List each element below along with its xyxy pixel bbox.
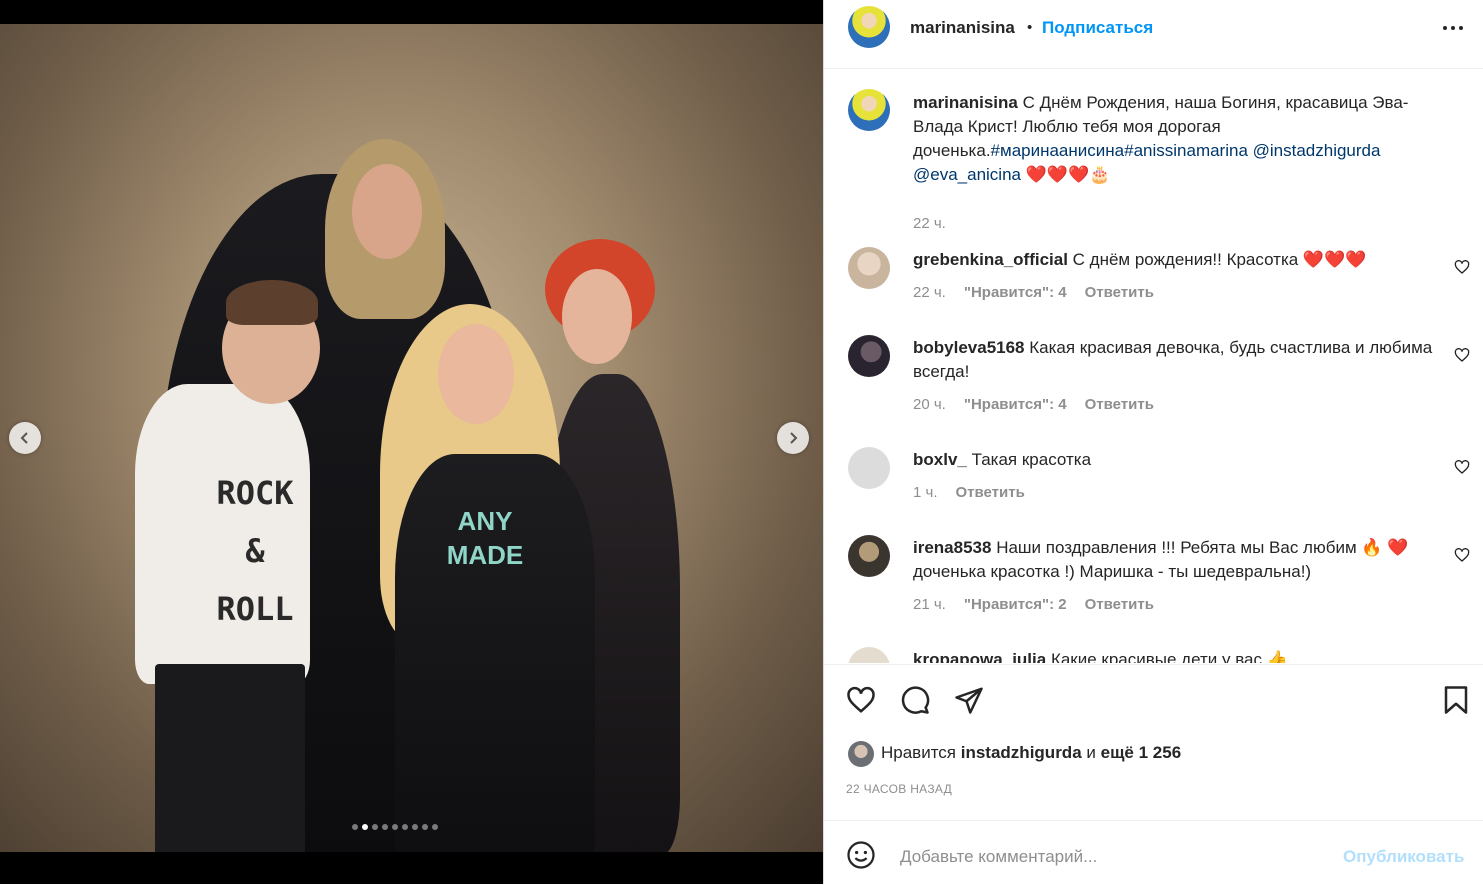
comment-avatar[interactable] [848,647,890,663]
comment-time[interactable]: 20 ч. [913,396,946,413]
header-separator: • [1027,19,1033,36]
post-side-panel: marinanisina • Подписаться marinanisina … [823,0,1483,884]
heart-icon[interactable] [1454,259,1470,275]
figure-boy-legs [155,664,305,852]
comment-item: boxlv_ Такая красотка 1 ч. Ответить [824,447,1483,527]
slide-dot [432,824,438,830]
caption-username[interactable]: marinanisina [913,93,1018,112]
comment-text: Какие красивые дети у вас 👍 [1050,650,1288,663]
bookmark-icon[interactable] [1442,685,1470,715]
smiley-icon[interactable] [846,840,876,870]
reply-button[interactable]: Ответить [1085,396,1154,413]
caption-text-block: marinanisina С Днём Рождения, наша Богин… [913,91,1443,187]
figure-woman-face [562,269,632,364]
comment-icon[interactable] [900,685,930,715]
comment-text: С днём рождения!! Красотка ❤️❤️❤️ [1072,250,1367,269]
comment-likes[interactable]: "Нравится": 4 [964,396,1067,413]
slide-dot [412,824,418,830]
caption-avatar[interactable] [848,89,890,131]
caption: marinanisina С Днём Рождения, наша Богин… [824,87,1483,232]
slide-dot [362,824,368,830]
slide-dot [392,824,398,830]
shirt-print: ROCK & ROLL [216,474,294,628]
comment-avatar[interactable] [848,447,890,489]
comment-likes[interactable]: "Нравится": 2 [964,596,1067,613]
dress-print: ANY MADE [446,506,524,570]
comment-item: bobyleva5168 Какая красивая девочка, буд… [824,335,1483,435]
post-header: marinanisina • Подписаться [824,0,1483,69]
comment-item: kropapowa_julia Какие красивые дети у ва… [824,647,1483,663]
more-horizontal-icon[interactable] [1441,18,1465,38]
likes-user[interactable]: instadzhigurda [961,743,1082,762]
likes-summary: Нравится instadzhigurda и ещё 1 256 [881,743,1181,763]
heart-icon[interactable] [1454,547,1470,563]
comment-username[interactable]: kropapowa_julia [913,650,1046,663]
comment-username[interactable]: bobyleva5168 [913,338,1025,357]
author-avatar[interactable] [848,6,890,48]
heart-icon[interactable] [846,685,876,715]
comment-input[interactable]: Добавьте комментарий... [900,847,1097,867]
chevron-left-icon [20,432,28,444]
slide-dot [352,824,358,830]
figure-girl-face [438,324,514,424]
slide-dot [402,824,408,830]
caption-emoji: ❤️❤️❤️🎂 [1025,165,1111,184]
likes-count[interactable]: ещё 1 256 [1101,743,1182,762]
slide-dot [422,824,428,830]
post-comment-button[interactable]: Опубликовать [1343,847,1464,867]
comment-likes[interactable]: "Нравится": 4 [964,284,1067,301]
likes-prefix: Нравится [881,743,957,762]
reply-button[interactable]: Ответить [1085,596,1154,613]
reply-button[interactable]: Ответить [956,484,1025,501]
liker-avatar[interactable] [848,741,874,767]
figure-man-face [352,164,422,259]
heart-icon[interactable] [1454,459,1470,475]
comment-username[interactable]: boxlv_ [913,450,967,469]
comment-username[interactable]: grebenkina_official [913,250,1068,269]
prev-slide-button[interactable] [9,422,41,454]
post-media: ROCK & ROLL ANY MADE [0,0,823,884]
comment-text: Такая красотка [971,450,1092,469]
comment-item: grebenkina_official С днём рождения!! Кр… [824,247,1483,327]
post-timestamp[interactable]: 22 ЧАСОВ НАЗАД [846,782,952,796]
chevron-right-icon [790,432,798,444]
add-comment-bar: Добавьте комментарий... Опубликовать [824,820,1483,885]
follow-button[interactable]: Подписаться [1042,18,1153,38]
post-actions: Нравится instadzhigurda и ещё 1 256 22 Ч… [824,664,1483,820]
next-slide-button[interactable] [777,422,809,454]
comment-item: irena8538 Наши поздравления !!! Ребята м… [824,535,1483,635]
comment-time[interactable]: 1 ч. [913,484,938,501]
comments-list[interactable]: marinanisina С Днём Рождения, наша Богин… [824,69,1483,663]
caption-meta: 22 ч. [913,215,946,232]
slide-dot [372,824,378,830]
comment-avatar[interactable] [848,335,890,377]
post-photo[interactable]: ROCK & ROLL ANY MADE [0,24,823,852]
comment-time[interactable]: 22 ч. [913,284,946,301]
figure-boy-hair [226,280,318,325]
slide-dot [382,824,388,830]
author-username[interactable]: marinanisina [910,18,1015,38]
heart-icon[interactable] [1454,347,1470,363]
comment-username[interactable]: irena8538 [913,538,991,557]
paper-plane-icon[interactable] [954,685,984,715]
slide-indicator [352,824,438,830]
reply-button[interactable]: Ответить [1085,284,1154,301]
comment-avatar[interactable] [848,535,890,577]
caption-time[interactable]: 22 ч. [913,215,946,232]
comment-time[interactable]: 21 ч. [913,596,946,613]
likes-mid: и [1086,743,1096,762]
comment-avatar[interactable] [848,247,890,289]
